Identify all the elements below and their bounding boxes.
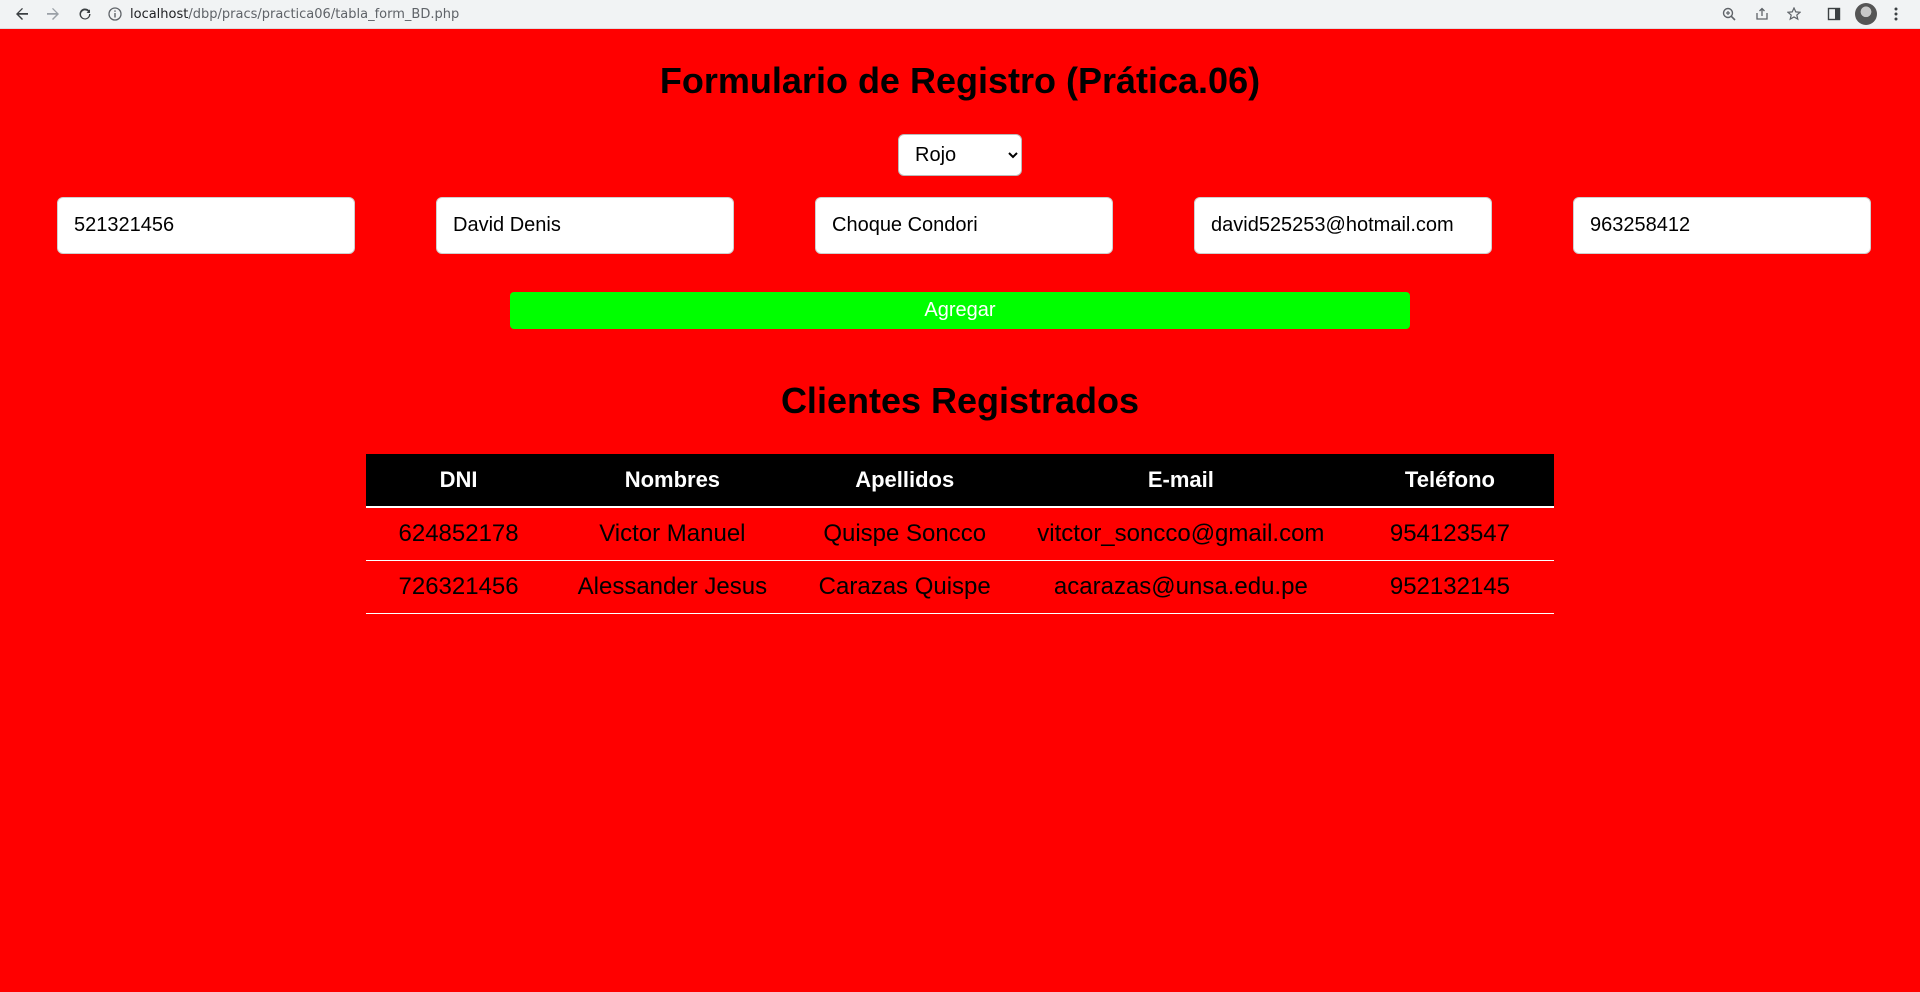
email-field[interactable] — [1194, 197, 1492, 254]
table-row: 726321456 Alessander Jesus Carazas Quisp… — [366, 560, 1554, 614]
column-header-nombres: Nombres — [551, 454, 794, 508]
forward-icon[interactable] — [42, 3, 64, 25]
cell-email: vitctor_soncco@gmail.com — [1015, 507, 1346, 561]
add-button[interactable]: Agregar — [510, 292, 1410, 329]
cell-apellidos: Quispe Soncco — [793, 507, 1016, 561]
apellidos-field[interactable] — [815, 197, 1113, 254]
column-header-dni: DNI — [366, 454, 552, 508]
reload-icon[interactable] — [74, 3, 96, 25]
cell-dni: 726321456 — [366, 560, 552, 614]
share-icon[interactable] — [1751, 3, 1773, 25]
clients-title: Clientes Registrados — [780, 380, 1140, 421]
clients-table: DNI Nombres Apellidos E-mail Teléfono 62… — [366, 454, 1554, 614]
cell-dni: 624852178 — [366, 507, 552, 561]
url-path: /dbp/pracs/practica06/tabla_form_BD.php — [188, 6, 460, 22]
profile-avatar[interactable] — [1855, 3, 1877, 25]
color-select[interactable]: Rojo — [898, 134, 1022, 176]
cell-telefono: 954123547 — [1345, 507, 1554, 561]
page-title: Formulario de Registro (Prática.06) — [659, 60, 1261, 101]
url-host: localhost — [130, 6, 189, 22]
info-icon[interactable] — [108, 7, 122, 21]
url-text: localhost/dbp/pracs/practica06/tabla_for… — [130, 7, 459, 22]
browser-toolbar: localhost/dbp/pracs/practica06/tabla_for… — [0, 0, 1920, 29]
telefono-field[interactable] — [1573, 197, 1871, 254]
column-header-telefono: Teléfono — [1345, 454, 1554, 508]
zoom-icon[interactable] — [1718, 3, 1740, 25]
address-bar[interactable]: localhost/dbp/pracs/practica06/tabla_for… — [108, 2, 1708, 26]
cell-email: acarazas@unsa.edu.pe — [1015, 560, 1346, 614]
dni-field[interactable] — [57, 197, 355, 254]
column-header-email: E-mail — [1015, 454, 1346, 508]
nombres-field[interactable] — [436, 197, 734, 254]
column-header-apellidos: Apellidos — [793, 454, 1016, 508]
back-icon[interactable] — [11, 3, 33, 25]
bookmark-star-icon[interactable] — [1783, 3, 1805, 25]
more-menu-icon[interactable] — [1885, 3, 1907, 25]
cell-nombres: Victor Manuel — [551, 507, 794, 561]
table-header-row: DNI Nombres Apellidos E-mail Teléfono — [366, 454, 1554, 508]
cell-telefono: 952132145 — [1345, 560, 1554, 614]
table-row: 624852178 Victor Manuel Quispe Soncco vi… — [366, 507, 1554, 561]
cell-apellidos: Carazas Quispe — [793, 560, 1016, 614]
side-panel-icon[interactable] — [1823, 3, 1845, 25]
cell-nombres: Alessander Jesus — [551, 560, 794, 614]
